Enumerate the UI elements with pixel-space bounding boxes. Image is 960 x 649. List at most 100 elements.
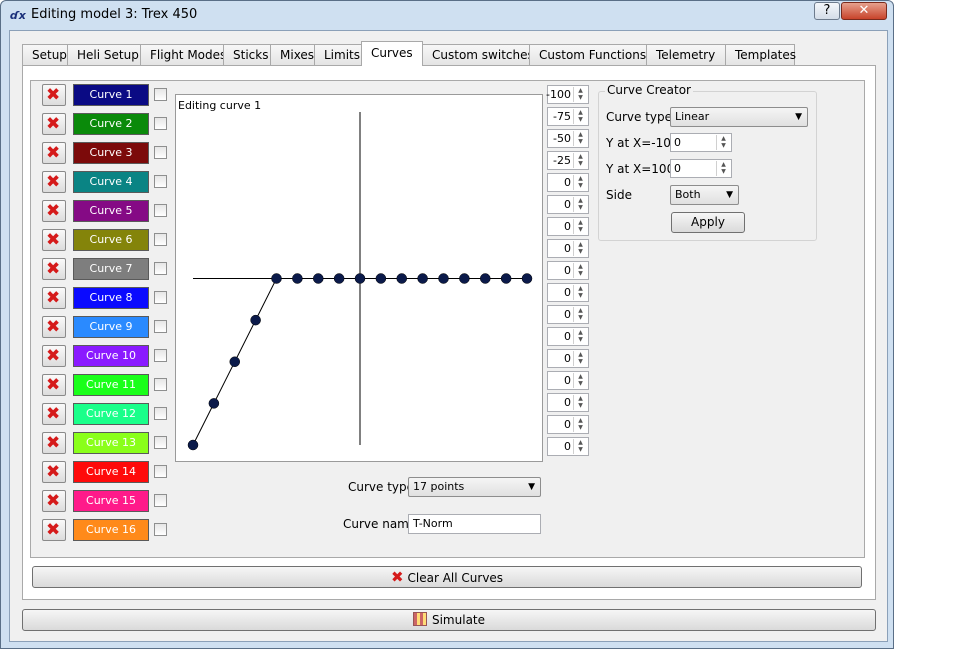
spin-arrows-icon[interactable]: ▲ ▼ — [573, 373, 587, 388]
curve-point[interactable] — [354, 273, 366, 284]
point-value-spinbox[interactable]: 0 ▲ ▼ — [547, 195, 589, 214]
delete-curve-button[interactable]: ✖ — [42, 171, 66, 193]
curve-visible-checkbox[interactable] — [154, 175, 167, 188]
help-button[interactable]: ? — [814, 2, 840, 20]
curve-type-select[interactable]: 17 points ▼ — [408, 477, 541, 497]
spin-arrows-icon[interactable]: ▲ ▼ — [573, 197, 587, 212]
curve-visible-checkbox[interactable] — [154, 320, 167, 333]
tab-custom-switches[interactable]: Custom switches — [422, 44, 534, 65]
spin-arrows-icon[interactable]: ▲ ▼ — [573, 417, 587, 432]
delete-curve-button[interactable]: ✖ — [42, 519, 66, 541]
point-value-spinbox[interactable]: -25 ▲ ▼ — [547, 151, 589, 170]
tab-telemetry[interactable]: Telemetry — [646, 44, 726, 65]
creator-type-select[interactable]: Linear ▼ — [670, 107, 808, 127]
curve-select-button[interactable]: Curve 4 — [73, 171, 149, 193]
curve-visible-checkbox[interactable] — [154, 349, 167, 362]
curve-point[interactable] — [438, 273, 449, 284]
curve-point[interactable] — [521, 273, 533, 284]
curve-select-button[interactable]: Curve 5 — [73, 200, 149, 222]
close-button[interactable]: ✕ — [841, 2, 887, 20]
curve-visible-checkbox[interactable] — [154, 436, 167, 449]
tab-flight-modes[interactable]: Flight Modes — [140, 44, 226, 65]
spin-arrows-icon[interactable]: ▲ ▼ — [573, 285, 587, 300]
spin-arrows-icon[interactable]: ▲ ▼ — [573, 175, 587, 190]
curve-select-button[interactable]: Curve 11 — [73, 374, 149, 396]
curve-point[interactable] — [208, 398, 220, 409]
delete-curve-button[interactable]: ✖ — [42, 200, 66, 222]
point-value-spinbox[interactable]: 0 ▲ ▼ — [547, 415, 589, 434]
spin-arrows-icon[interactable]: ▲ ▼ — [573, 263, 587, 278]
spin-arrows-icon[interactable]: ▲ ▼ — [573, 131, 587, 146]
curve-visible-checkbox[interactable] — [154, 146, 167, 159]
curve-visible-checkbox[interactable] — [154, 378, 167, 391]
curve-visible-checkbox[interactable] — [154, 262, 167, 275]
curve-point[interactable] — [271, 273, 282, 284]
curve-point[interactable] — [292, 273, 303, 284]
curve-point[interactable] — [375, 273, 387, 284]
curve-point[interactable] — [229, 356, 240, 367]
spin-arrows-icon[interactable]: ▲ ▼ — [573, 153, 587, 168]
y-min-spinbox[interactable]: 0 ▲ ▼ — [670, 133, 732, 152]
curve-select-button[interactable]: Curve 10 — [73, 345, 149, 367]
spin-arrows-icon[interactable]: ▲ ▼ — [716, 135, 730, 150]
curve-name-input[interactable]: T-Norm — [408, 514, 541, 534]
curve-visible-checkbox[interactable] — [154, 494, 167, 507]
curve-select-button[interactable]: Curve 7 — [73, 258, 149, 280]
delete-curve-button[interactable]: ✖ — [42, 374, 66, 396]
curve-point[interactable] — [250, 314, 261, 326]
curve-visible-checkbox[interactable] — [154, 291, 167, 304]
curve-point[interactable] — [187, 439, 199, 451]
curve-point[interactable] — [313, 273, 324, 284]
spin-arrows-icon[interactable]: ▲ ▼ — [573, 329, 587, 344]
point-value-spinbox[interactable]: 0 ▲ ▼ — [547, 371, 589, 390]
point-value-spinbox[interactable]: 0 ▲ ▼ — [547, 239, 589, 258]
delete-curve-button[interactable]: ✖ — [42, 142, 66, 164]
spin-arrows-icon[interactable]: ▲ ▼ — [573, 87, 587, 102]
spin-arrows-icon[interactable]: ▲ ▼ — [573, 395, 587, 410]
delete-curve-button[interactable]: ✖ — [42, 403, 66, 425]
curve-select-button[interactable]: Curve 2 — [73, 113, 149, 135]
point-value-spinbox[interactable]: -75 ▲ ▼ — [547, 107, 589, 126]
curve-plot[interactable] — [175, 94, 543, 462]
delete-curve-button[interactable]: ✖ — [42, 432, 66, 454]
side-select[interactable]: Both ▼ — [670, 185, 739, 205]
point-value-spinbox[interactable]: -50 ▲ ▼ — [547, 129, 589, 148]
curve-visible-checkbox[interactable] — [154, 204, 167, 217]
curve-point[interactable] — [333, 273, 345, 284]
tab-sticks[interactable]: Sticks — [223, 44, 271, 65]
curve-select-button[interactable]: Curve 1 — [73, 84, 149, 106]
curve-select-button[interactable]: Curve 3 — [73, 142, 149, 164]
spin-arrows-icon[interactable]: ▲ ▼ — [573, 439, 587, 454]
tab-setup[interactable]: Setup — [22, 44, 68, 65]
spin-arrows-icon[interactable]: ▲ ▼ — [573, 351, 587, 366]
curve-select-button[interactable]: Curve 15 — [73, 490, 149, 512]
curve-select-button[interactable]: Curve 16 — [73, 519, 149, 541]
spin-arrows-icon[interactable]: ▲ ▼ — [716, 161, 730, 176]
y-max-spinbox[interactable]: 0 ▲ ▼ — [670, 159, 732, 178]
point-value-spinbox[interactable]: 0 ▲ ▼ — [547, 217, 589, 236]
delete-curve-button[interactable]: ✖ — [42, 84, 66, 106]
point-value-spinbox[interactable]: 0 ▲ ▼ — [547, 327, 589, 346]
delete-curve-button[interactable]: ✖ — [42, 345, 66, 367]
curve-point[interactable] — [396, 273, 407, 284]
delete-curve-button[interactable]: ✖ — [42, 113, 66, 135]
point-value-spinbox[interactable]: 0 ▲ ▼ — [547, 393, 589, 412]
curve-visible-checkbox[interactable] — [154, 233, 167, 246]
curve-select-button[interactable]: Curve 13 — [73, 432, 149, 454]
curve-visible-checkbox[interactable] — [154, 407, 167, 420]
curve-point[interactable] — [480, 273, 491, 284]
point-value-spinbox[interactable]: 0 ▲ ▼ — [547, 261, 589, 280]
clear-all-curves-button[interactable]: ✖ Clear All Curves — [32, 566, 862, 588]
curve-point[interactable] — [417, 273, 428, 284]
curve-select-button[interactable]: Curve 8 — [73, 287, 149, 309]
point-value-spinbox[interactable]: 0 ▲ ▼ — [547, 305, 589, 324]
delete-curve-button[interactable]: ✖ — [42, 229, 66, 251]
curve-visible-checkbox[interactable] — [154, 88, 167, 101]
delete-curve-button[interactable]: ✖ — [42, 316, 66, 338]
tab-templates[interactable]: Templates — [725, 44, 796, 65]
delete-curve-button[interactable]: ✖ — [42, 490, 66, 512]
delete-curve-button[interactable]: ✖ — [42, 287, 66, 309]
spin-arrows-icon[interactable]: ▲ ▼ — [573, 307, 587, 322]
point-value-spinbox[interactable]: -100 ▲ ▼ — [546, 85, 589, 104]
curve-point[interactable] — [500, 273, 512, 284]
